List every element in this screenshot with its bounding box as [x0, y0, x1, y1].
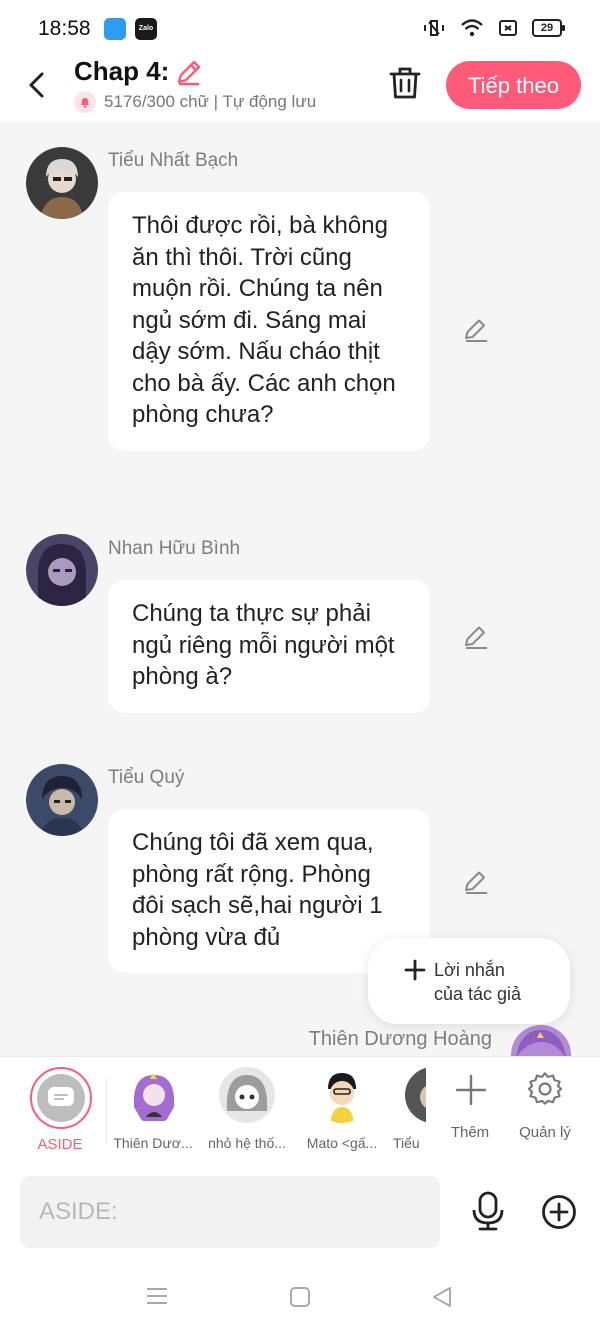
avatar-tieu-nhat-bach[interactable] — [26, 147, 98, 219]
add-character-icon[interactable] — [455, 1074, 487, 1106]
aside-input[interactable] — [20, 1176, 440, 1248]
trash-icon[interactable] — [388, 65, 422, 101]
chapter-title-text: Chap 4: — [74, 56, 170, 86]
character-label: nhỏ hệ thố... — [208, 1135, 286, 1151]
bell-icon — [74, 91, 96, 113]
app-notification-icon — [104, 18, 126, 40]
edit-message-icon[interactable] — [462, 868, 490, 896]
character-avatar[interactable] — [314, 1067, 370, 1123]
edit-message-icon[interactable] — [462, 316, 490, 344]
home-icon[interactable] — [289, 1286, 311, 1308]
sim-icon — [499, 20, 517, 36]
aside-label: ASIDE — [37, 1136, 83, 1153]
character-avatar[interactable] — [219, 1067, 275, 1123]
add-circle-icon[interactable] — [541, 1194, 577, 1230]
sender-name: Tiểu Nhất Bạch — [108, 150, 239, 171]
character-label: Mato <gấ... — [306, 1135, 378, 1151]
sender-name: Nhan Hữu Bình — [108, 538, 241, 559]
plus-icon — [404, 959, 426, 981]
back-arrow-icon[interactable] — [22, 70, 52, 100]
status-icons: 29 — [422, 18, 565, 38]
author-note-line2: của tác giả — [434, 984, 522, 1004]
next-button[interactable]: Tiếp theo — [446, 61, 581, 109]
edit-message-icon[interactable] — [462, 623, 490, 651]
recent-apps-icon[interactable] — [145, 1286, 169, 1306]
avatar-nhan-huu-binh[interactable] — [26, 534, 98, 606]
avatar-tieu-quy[interactable] — [26, 764, 98, 836]
microphone-icon[interactable] — [471, 1191, 505, 1231]
battery-indicator: 29 — [532, 19, 565, 37]
aside-bubble-icon — [48, 1087, 74, 1106]
character-bar: ASIDE Thiên Dươ... nhỏ hệ thố... Mato <g… — [0, 1056, 600, 1168]
sender-name: Thiên Dương Hoàng — [308, 1028, 492, 1050]
message-bubble[interactable]: Chúng ta thực sự phải ngủ riêng mỗi ngườ… — [108, 580, 430, 713]
back-nav-icon[interactable] — [430, 1285, 454, 1309]
aside-character[interactable] — [30, 1067, 92, 1129]
character-label: Tiểu — [393, 1135, 420, 1151]
divider — [106, 1079, 107, 1143]
character-avatar[interactable] — [405, 1067, 426, 1123]
character-avatar[interactable] — [126, 1067, 182, 1123]
message-bubble[interactable]: Thôi được rồi, bà không ăn thì thôi. Trờ… — [108, 192, 430, 451]
author-note-line1: Lời nhắn — [434, 960, 505, 980]
avatar-thien-duong-hoang[interactable] — [510, 1024, 572, 1056]
wifi-icon — [461, 19, 483, 37]
word-count-status: 5176/300 chữ | Tự động lưu — [74, 91, 316, 113]
mute-vibrate-icon — [424, 20, 444, 36]
manage-label[interactable]: Quản lý — [510, 1124, 580, 1141]
gear-icon[interactable] — [527, 1072, 563, 1108]
author-note-button[interactable]: Lời nhắn của tác giả — [368, 938, 570, 1024]
status-time: 18:58 — [38, 17, 91, 40]
sender-name: Tiểu Quý — [108, 767, 185, 788]
more-label[interactable]: Thêm — [440, 1124, 500, 1141]
word-count-text: 5176/300 chữ | Tự động lưu — [104, 92, 317, 111]
character-label: Thiên Dươ... — [113, 1135, 193, 1151]
edit-title-icon[interactable] — [175, 58, 203, 86]
chapter-title[interactable]: Chap 4: — [74, 56, 203, 87]
zalo-notification-icon: Zalo — [135, 18, 157, 40]
